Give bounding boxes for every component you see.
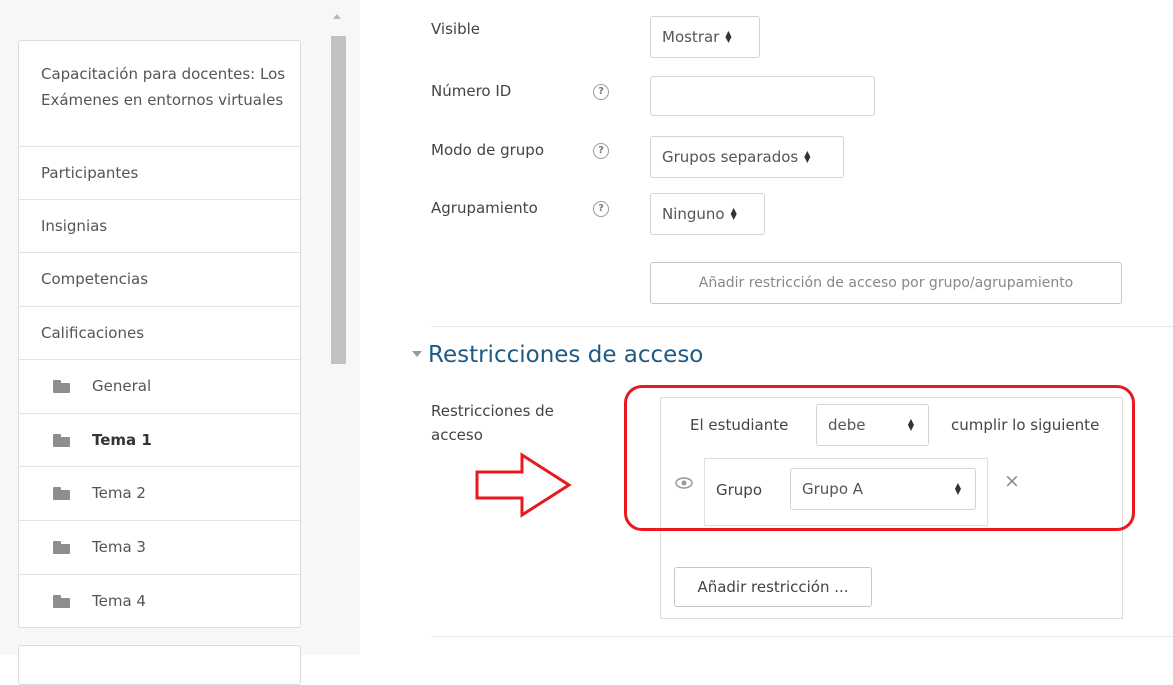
select-caret-icon: ▲ ▼ — [804, 149, 811, 164]
nav-section-general[interactable]: General — [19, 360, 300, 414]
course-navigation-block: Capacitación para docentes: Los Exámenes… — [18, 40, 301, 628]
nav-item-label: Insignias — [41, 217, 108, 235]
section-divider — [431, 636, 1173, 637]
sidebar-scrollbar[interactable] — [330, 10, 346, 635]
help-icon[interactable]: ? — [593, 201, 609, 217]
visible-select[interactable]: Mostrar ▲ ▼ — [650, 16, 760, 58]
grouping-select-value: Ninguno — [662, 205, 725, 223]
select-caret-icon: ▲ ▼ — [725, 29, 732, 44]
grouping-label: Agrupamiento — [431, 199, 538, 217]
nav-item-badges[interactable]: Insignias — [19, 200, 300, 253]
nav-item-course[interactable]: Capacitación para docentes: Los Exámenes… — [19, 41, 300, 147]
scrollbar-thumb[interactable] — [331, 36, 346, 364]
course-navigation-sidebar: Capacitación para docentes: Los Exámenes… — [0, 0, 360, 685]
visible-label: Visible — [431, 20, 480, 38]
folder-icon — [53, 541, 70, 554]
nav-item-label: Calificaciones — [41, 324, 145, 342]
nav-section-label: General — [92, 377, 152, 395]
restrictions-label: Restricciones de acceso — [431, 402, 554, 444]
id-number-label: Número ID — [431, 82, 512, 100]
scroll-up-icon[interactable] — [333, 14, 341, 19]
add-restriction-button[interactable]: Añadir restricción ... — [674, 567, 872, 607]
group-mode-select[interactable]: Grupos separados ▲ ▼ — [650, 136, 844, 178]
course-title: Capacitación para docentes: Los Exámenes… — [41, 65, 286, 109]
arrow-right-icon — [472, 450, 572, 524]
folder-icon — [53, 595, 70, 608]
grouping-select[interactable]: Ninguno ▲ ▼ — [650, 193, 765, 235]
nav-section-label: Tema 4 — [92, 592, 146, 610]
folder-icon — [53, 434, 70, 447]
section-divider — [431, 326, 1173, 327]
group-mode-label: Modo de grupo — [431, 141, 544, 159]
highlight-outline — [624, 385, 1135, 531]
nav-item-participants[interactable]: Participantes — [19, 147, 300, 200]
secondary-block — [18, 645, 301, 685]
visible-select-value: Mostrar — [662, 28, 720, 46]
group-mode-select-value: Grupos separados — [662, 148, 799, 166]
add-group-restriction-button[interactable]: Añadir restricción de acceso por grupo/a… — [650, 262, 1122, 304]
nav-section-tema-2[interactable]: Tema 2 — [19, 467, 300, 521]
folder-icon — [53, 487, 70, 500]
folder-icon — [53, 380, 70, 393]
nav-item-grades[interactable]: Calificaciones — [19, 307, 300, 360]
nav-section-label: Tema 2 — [92, 484, 146, 502]
nav-section-tema-3[interactable]: Tema 3 — [19, 521, 300, 575]
nav-item-label: Participantes — [41, 164, 139, 182]
restrictions-section-title: Restricciones de acceso — [428, 342, 704, 368]
select-caret-icon: ▲ ▼ — [730, 206, 737, 221]
id-number-input[interactable] — [650, 76, 875, 116]
nav-section-tema-1[interactable]: Tema 1 — [19, 414, 300, 467]
nav-section-tema-4[interactable]: Tema 4 — [19, 575, 300, 627]
nav-section-label: Tema 3 — [92, 538, 146, 556]
help-icon[interactable]: ? — [593, 143, 609, 159]
nav-item-label: Competencias — [41, 270, 149, 288]
help-icon[interactable]: ? — [593, 84, 609, 100]
restrictions-section-header[interactable]: Restricciones de acceso — [412, 342, 703, 368]
nav-item-competencies[interactable]: Competencias — [19, 253, 300, 307]
nav-section-label: Tema 1 — [92, 431, 152, 449]
collapse-toggle-icon[interactable] — [412, 350, 422, 357]
